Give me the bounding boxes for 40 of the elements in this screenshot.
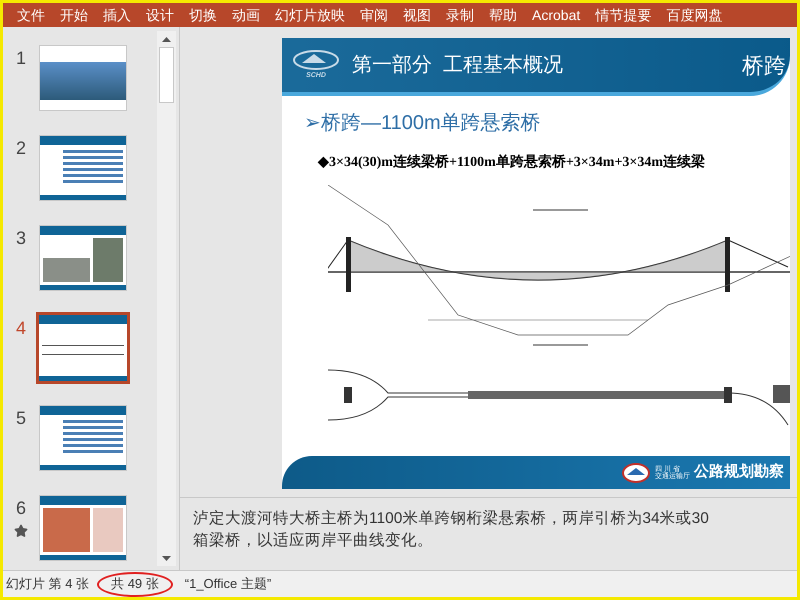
slide-count: 共 49 张	[111, 575, 159, 594]
menu-tab[interactable]: 录制	[446, 4, 474, 26]
org-name: 公路规划勘察	[694, 462, 784, 482]
slide-bullet: ◆3×34(30)m连续梁桥+1100m单跨悬索桥+3×34m+3×34m连续梁	[318, 152, 706, 172]
slide-thumbnail[interactable]	[39, 495, 127, 561]
menu-tab[interactable]: 开始	[60, 4, 88, 26]
menu-tab[interactable]: 百度网盘	[666, 4, 722, 26]
logo-icon	[292, 48, 340, 71]
scrollbar[interactable]	[157, 31, 176, 566]
slide-position: 幻灯片 第 4 张	[6, 575, 90, 594]
menu-tab[interactable]: Acrobat	[532, 4, 580, 26]
slide-thumbnail[interactable]	[39, 45, 127, 111]
slide-number: 2	[16, 137, 26, 160]
menu-tab[interactable]: 审阅	[360, 4, 388, 26]
menu-tab[interactable]: 插入	[103, 4, 131, 26]
slide-thumbnail[interactable]	[39, 135, 127, 201]
slide-thumbnail[interactable]	[39, 405, 127, 471]
slide-header-title: 桥跨	[742, 52, 786, 80]
department-logo-icon	[621, 462, 651, 484]
menu-tab[interactable]: 情节提要	[595, 4, 652, 26]
theme-name: “1_Office 主题”	[184, 575, 272, 594]
menu-tab[interactable]: 视图	[403, 4, 431, 26]
slide-thumbnail[interactable]	[36, 312, 130, 384]
slide-number: 3	[16, 227, 26, 250]
slide-thumbnail[interactable]	[39, 225, 127, 291]
slide-number: 5	[16, 407, 26, 430]
slide-heading: ➢桥跨—1100m单跨悬索桥	[304, 111, 542, 136]
scroll-thumb[interactable]	[159, 47, 174, 103]
menu-tab[interactable]: 文件	[17, 4, 45, 26]
slide-number: 1	[16, 47, 26, 70]
notes-text: 箱梁桥，以适应两岸平曲线变化。	[193, 531, 434, 551]
notes-text: 泸定大渡河特大桥主桥为1100米单跨钢桁梁悬索桥，两岸引桥为34米或30	[193, 508, 710, 529]
menu-tab[interactable]: 动画	[232, 4, 260, 26]
slide-number: 4	[16, 317, 26, 340]
menu-tab[interactable]: 切换	[189, 4, 217, 26]
menu-tab[interactable]: 幻灯片放映	[275, 4, 345, 26]
slide-number: 6	[16, 497, 26, 520]
section-title: 第一部分 工程基本概况	[352, 53, 564, 78]
menu-tab[interactable]: 帮助	[489, 4, 517, 26]
menu-tab[interactable]: 设计	[146, 4, 174, 26]
